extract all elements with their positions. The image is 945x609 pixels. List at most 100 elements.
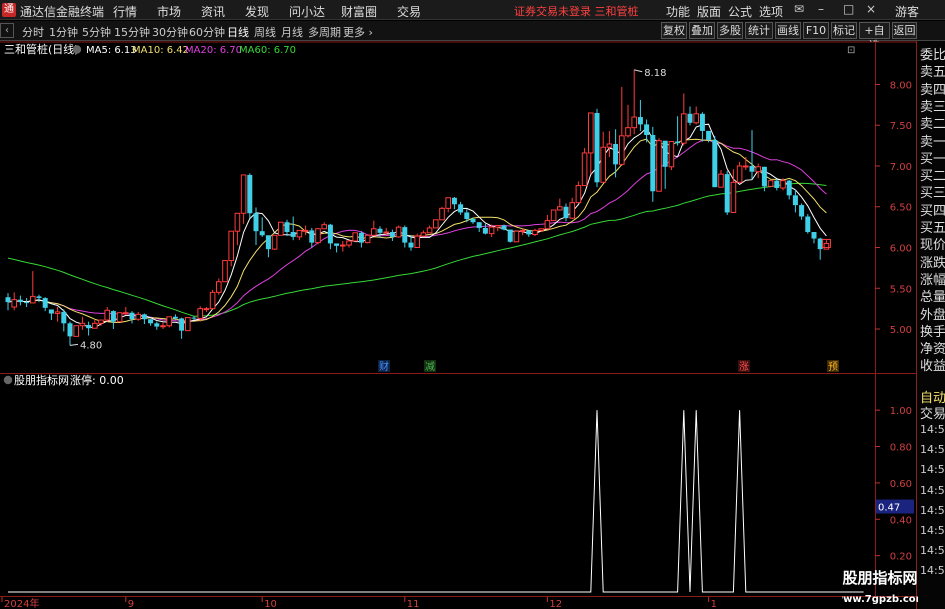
candle-body-37 [234,212,241,232]
candle-body-22 [141,314,147,320]
trade-time-2: 14:56 [920,463,945,477]
candle-body-96 [600,146,607,183]
ma5-label: MA5: 6.13 [86,45,137,56]
candle-body-110 [687,113,693,123]
candle-body-3 [24,302,30,304]
candle-body-35 [222,260,228,283]
candle-body-10 [67,323,73,337]
candle-body-115 [718,173,724,188]
candle-body-0 [5,297,11,303]
candle-body-120 [749,165,755,172]
candle-body-125 [780,180,786,189]
candle-body-90 [563,206,569,219]
trade-label[interactable]: 交易 [920,403,945,422]
candle-body-40 [253,213,259,232]
candle-body-9 [61,311,67,324]
kline-chart[interactable]: 8.18 4.80 财 减 涨 预 5.00 5.50 6.00 6.50 7.00 7.50 8.0… [0,0,916,609]
trade-time-3: 14:56 [920,483,945,497]
trade-time-6: 14:56 [920,544,945,558]
quote-label-9: 买四 [920,203,945,219]
trade-time-5: 14:56 [920,524,945,537]
candle-body-13 [86,324,92,329]
date-tick-label-3: 11 [407,599,420,609]
watermark-cn: 股朋指标网 [842,569,917,587]
ind-tick-label-1: 0.40 [890,515,912,526]
quote-label-18: 收益 [920,359,945,375]
chart-settings-icon[interactable] [72,45,82,54]
candle-body-85 [532,229,538,235]
candle-body-87 [544,220,551,230]
candle-body-58 [364,234,371,244]
candle-body-80 [501,225,507,230]
indicator-settings-icon[interactable] [3,375,13,385]
candle-body-117 [730,181,737,213]
event-marker-0: 财 [379,360,389,373]
candle-body-25 [160,325,166,328]
quote-label-11: 现价 [920,238,945,254]
candle-body-65 [408,242,414,248]
candle-body-30 [191,317,197,319]
candle-body-111 [693,113,700,124]
candle-body-101 [631,116,638,129]
candle-body-112 [699,113,705,131]
quote-label-13: 涨幅 [920,272,945,288]
candle-body-5 [36,296,42,299]
candle-body-68 [426,227,433,234]
trade-time-1: 14:56 [920,443,945,457]
candle-body-41 [259,231,265,236]
candle-body-89 [557,206,563,211]
candle-body-114 [712,139,718,188]
indicator-value: 涨停: 0.00 [70,373,124,387]
candle-body-7 [48,309,54,314]
candle-body-66 [414,235,420,249]
quote-label-0: 委比 [920,48,945,63]
candle-body-55 [346,240,352,246]
candle-body-95 [594,112,600,183]
candle-body-57 [358,232,364,243]
chart-options-icon[interactable]: ⊡ [847,45,855,56]
candle-body-19 [123,312,129,315]
candle-body-46 [290,232,296,237]
price-tick-label-1: 5.50 [890,284,912,295]
candle-body-79 [495,224,501,228]
date-tick-label-1: 9 [128,599,134,609]
quote-label-2: 卖四 [920,82,945,98]
candle-body-107 [668,141,675,168]
candle-body-127 [792,195,798,206]
ind-tick-label-4: 1.00 [890,406,912,417]
candle-body-100 [625,127,631,137]
candle-body-84 [526,230,532,235]
candle-body-34 [216,281,222,293]
candle-body-45 [284,222,290,233]
price-tick-label-2: 6.00 [890,244,912,255]
candle-body-74 [464,212,470,219]
candle-body-126 [786,180,792,196]
high-marker-label: 8.18 [644,68,666,79]
candle-body-82 [513,230,520,243]
price-tick-label-4: 7.00 [890,162,912,173]
candle-body-103 [644,124,650,135]
candle-body-124 [774,180,780,188]
candle-body-98 [613,143,619,165]
candle-body-116 [724,174,730,213]
indicator-title: 股朋指标网 [14,373,69,387]
candle-body-49 [309,230,315,243]
candle-body-128 [799,205,805,217]
candle-body-102 [637,117,643,125]
candle-body-27 [172,316,178,319]
candle-body-93 [581,152,588,187]
candle-body-129 [805,216,811,233]
date-tick-label-5: 1 [711,599,717,609]
candle-body-18 [116,312,123,323]
candle-body-119 [743,165,749,168]
candle-body-8 [54,311,61,315]
quote-label-16: 换手 [920,324,945,340]
candle-body-56 [352,232,358,242]
candle-body-29 [185,317,191,332]
candle-body-123 [767,180,774,187]
date-tick-label-0: 2024年 [4,597,39,609]
candle-body-106 [662,140,668,167]
candle-body-51 [321,224,327,230]
candle-body-28 [179,318,185,331]
quote-label-12: 涨跌 [920,255,945,271]
